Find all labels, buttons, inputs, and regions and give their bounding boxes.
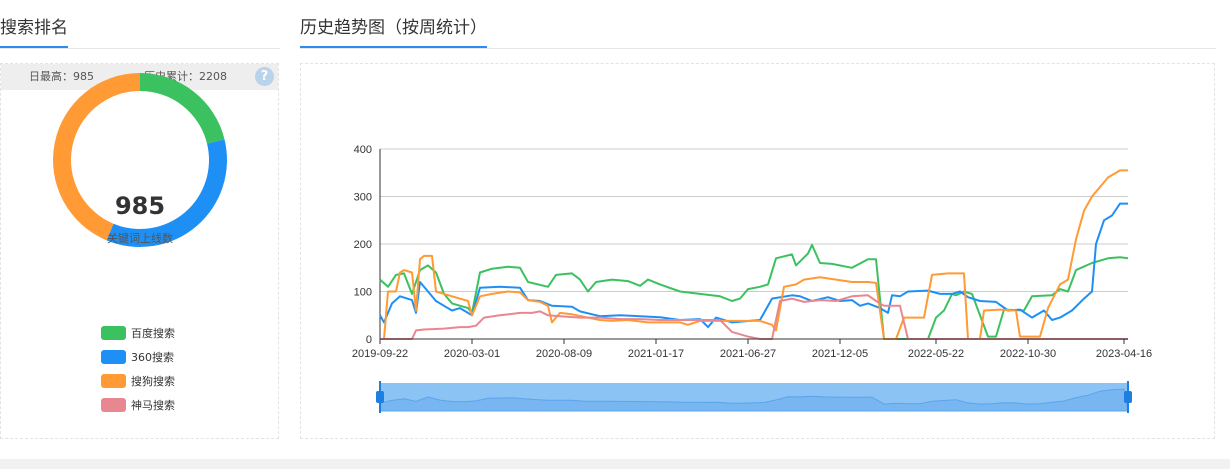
legend-swatch bbox=[101, 326, 126, 340]
y-tick-label: 0 bbox=[366, 334, 372, 346]
x-tick-label: 2020-03-01 bbox=[444, 348, 500, 360]
series-line-1[interactable] bbox=[379, 202, 1128, 329]
x-tick-label: 2022-10-30 bbox=[1000, 348, 1056, 360]
legend-swatch bbox=[101, 398, 126, 412]
x-tick-label: 2021-06-27 bbox=[720, 348, 776, 360]
series-line-2[interactable] bbox=[380, 169, 1128, 340]
donut-center-value: 985 bbox=[114, 192, 166, 220]
donut-center-label: 关键词上线数 bbox=[107, 232, 173, 245]
y-tick-label: 400 bbox=[354, 144, 372, 156]
donut-slice-0[interactable] bbox=[140, 73, 225, 144]
x-tick-label: 2019-09-22 bbox=[352, 348, 408, 360]
x-tick-label: 2021-01-17 bbox=[628, 348, 684, 360]
donut-chart bbox=[53, 73, 227, 247]
legend-swatch bbox=[101, 374, 126, 388]
trend-line-chart: 0 100 200 300 400 2019-09-22 2020-03-01 2020-08… bbox=[352, 144, 1152, 413]
search-ranking-header: 搜索排名 bbox=[0, 8, 280, 49]
zoom-handle-grip[interactable] bbox=[376, 391, 384, 403]
x-tick-label: 2021-12-05 bbox=[812, 348, 868, 360]
y-tick-label: 200 bbox=[354, 239, 372, 251]
y-tick-label: 100 bbox=[354, 287, 372, 299]
legend-item-shenma[interactable]: 神马搜索 bbox=[101, 398, 175, 422]
x-tick-label: 2023-04-16 bbox=[1096, 348, 1152, 360]
legend-item-baidu[interactable]: 百度搜索 bbox=[101, 326, 175, 350]
legend-label: 360搜索 bbox=[131, 351, 174, 364]
zoom-handle-grip[interactable] bbox=[1124, 391, 1132, 403]
bottom-strip bbox=[0, 459, 1230, 469]
legend-item-sogou[interactable]: 搜狗搜索 bbox=[101, 374, 175, 398]
history-trend-header: 历史趋势图（按周统计） bbox=[300, 8, 1216, 49]
history-trend-title: 历史趋势图（按周统计） bbox=[300, 8, 487, 48]
legend-label: 搜狗搜索 bbox=[131, 375, 175, 388]
y-tick-label: 300 bbox=[354, 192, 372, 204]
search-ranking-title: 搜索排名 bbox=[0, 8, 68, 48]
legend-item-360[interactable]: 360搜索 bbox=[101, 350, 175, 374]
help-icon[interactable]: ? bbox=[255, 67, 274, 86]
x-tick-label: 2022-05-22 bbox=[908, 348, 964, 360]
legend: 百度搜索 360搜索 搜狗搜索 神马搜索 bbox=[101, 326, 175, 422]
legend-label: 神马搜索 bbox=[131, 399, 175, 412]
x-tick-label: 2020-08-09 bbox=[536, 348, 592, 360]
series-line-3[interactable] bbox=[380, 294, 1128, 340]
legend-label: 百度搜索 bbox=[131, 327, 175, 340]
legend-swatch bbox=[101, 350, 126, 364]
